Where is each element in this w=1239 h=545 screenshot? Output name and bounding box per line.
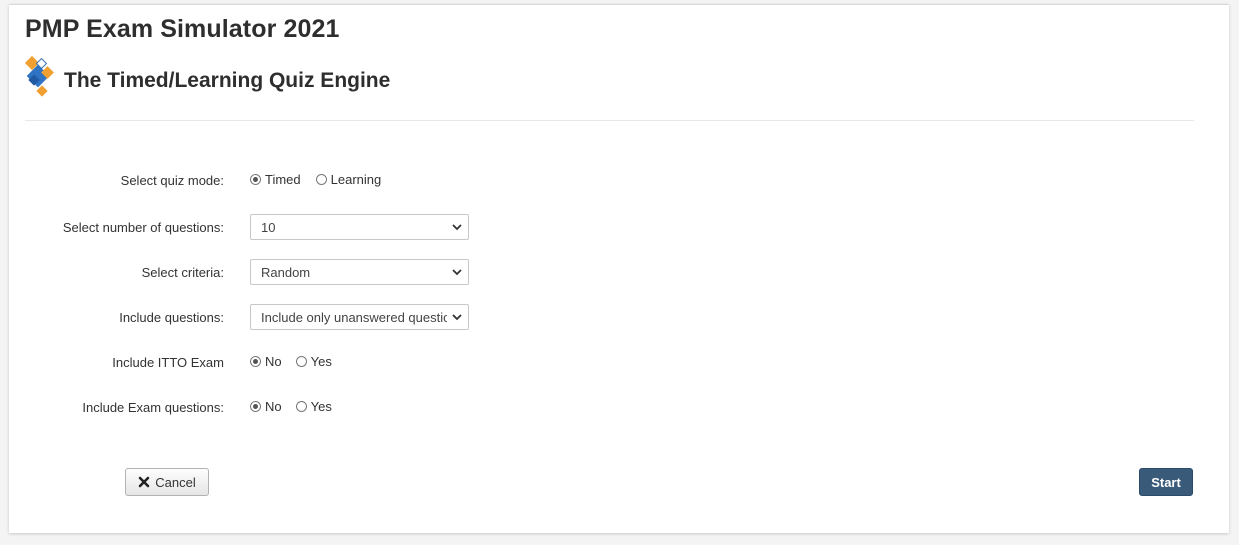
learning-radio-label: Learning — [330, 172, 382, 187]
exam-yes-radio[interactable] — [295, 401, 307, 412]
exam-yes-label: Yes — [310, 399, 332, 414]
itto-exam-label: Include ITTO Exam — [112, 355, 224, 370]
exam-questions-option-no[interactable]: No — [250, 399, 282, 414]
itto-no-radio[interactable] — [250, 356, 261, 367]
learning-radio[interactable] — [315, 174, 327, 185]
header-divider — [25, 120, 1194, 121]
diamond-logo-icon — [24, 55, 54, 97]
timed-radio[interactable] — [250, 174, 261, 185]
quiz-mode-radio-group: Timed Learning — [250, 172, 381, 187]
quiz-mode-option-learning[interactable]: Learning — [315, 172, 382, 187]
exam-questions-option-yes[interactable]: Yes — [295, 399, 332, 414]
itto-no-label: No — [265, 354, 282, 369]
quiz-mode-option-timed[interactable]: Timed — [250, 172, 301, 187]
app-title: PMP Exam Simulator 2021 — [25, 15, 340, 43]
num-questions-value: 10 — [261, 220, 276, 235]
engine-title: The Timed/Learning Quiz Engine — [64, 69, 391, 92]
criteria-row: Select criteria: Random — [9, 259, 1229, 287]
timed-radio-label: Timed — [265, 172, 301, 187]
quiz-mode-label: Select quiz mode: — [120, 173, 224, 188]
exam-questions-label: Include Exam questions: — [82, 400, 224, 415]
exam-no-radio[interactable] — [250, 401, 261, 412]
itto-exam-radio-group: No Yes — [250, 354, 332, 369]
start-button-label: Start — [1151, 474, 1181, 490]
itto-exam-option-yes[interactable]: Yes — [295, 354, 332, 369]
itto-yes-radio[interactable] — [295, 356, 307, 367]
chevron-down-icon — [452, 224, 462, 231]
itto-exam-option-no[interactable]: No — [250, 354, 282, 369]
criteria-label: Select criteria: — [141, 265, 224, 280]
num-questions-label: Select number of questions: — [62, 220, 224, 235]
include-questions-value: Include only unanswered questions — [261, 310, 447, 325]
chevron-down-icon — [452, 314, 462, 321]
include-questions-label: Include questions: — [119, 310, 224, 325]
cancel-button-label: Cancel — [155, 474, 196, 490]
start-button[interactable]: Start — [1139, 468, 1193, 496]
close-icon — [138, 476, 150, 488]
include-questions-select[interactable]: Include only unanswered questions — [250, 304, 469, 330]
cancel-button[interactable]: Cancel — [125, 468, 209, 496]
quiz-mode-row: Select quiz mode: Timed Learning — [9, 167, 1229, 195]
itto-yes-label: Yes — [310, 354, 332, 369]
quiz-panel: PMP Exam Simulator 2021 The Timed/Learni… — [9, 4, 1229, 533]
criteria-value: Random — [261, 265, 311, 280]
criteria-select[interactable]: Random — [250, 259, 469, 285]
include-questions-row: Include questions: Include only unanswer… — [9, 304, 1229, 332]
num-questions-row: Select number of questions: 10 — [9, 214, 1229, 242]
exam-questions-row: Include Exam questions: No Yes — [9, 394, 1229, 422]
num-questions-select[interactable]: 10 — [250, 214, 469, 240]
chevron-down-icon — [452, 269, 462, 276]
itto-exam-row: Include ITTO Exam No Yes — [9, 349, 1229, 377]
exam-questions-radio-group: No Yes — [250, 399, 332, 414]
exam-no-label: No — [265, 399, 282, 414]
